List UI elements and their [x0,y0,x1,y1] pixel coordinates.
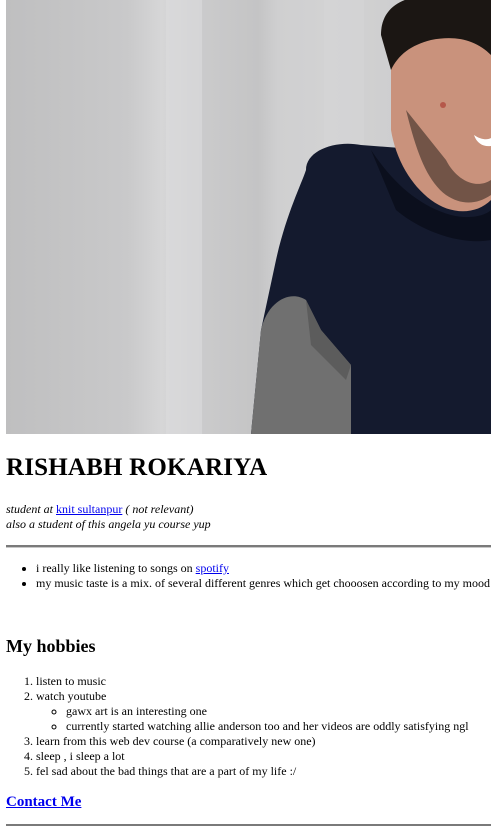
music-list: i really like listening to songs on spot… [6,561,491,591]
divider [6,545,491,548]
hobby-youtube-label: watch youtube [36,689,107,703]
tagline: student at knit sultanpur ( not relevant… [6,502,211,532]
list-item: learn from this web dev course (a compar… [36,734,491,749]
contact-link[interactable]: Contact Me [6,794,81,811]
list-item: fel sad about the bad things that are a … [36,764,491,779]
list-item: watch youtube gawx art is an interesting… [36,689,491,734]
tagline-line2: also a student of this angela yu course … [6,517,211,531]
profile-photo-illustration [166,0,491,434]
list-item: listen to music [36,674,491,689]
spotify-link[interactable]: spotify [196,561,229,575]
page-title: RISHABH ROKARIYA [6,454,268,481]
list-item: gawx art is an interesting one [66,704,491,719]
hobbies-heading: My hobbies [6,636,96,656]
tagline-prefix: student at [6,502,56,516]
list-item: i really like listening to songs on spot… [36,561,491,576]
page: RISHABH ROKARIYA student at knit sultanp… [0,0,491,827]
college-link[interactable]: knit sultanpur [56,502,122,516]
list-item: currently started watching allie anderso… [66,719,491,734]
list-item: my music taste is a mix. of several diff… [36,576,491,591]
tagline-suffix: ( not relevant) [122,502,194,516]
list-item: sleep , i sleep a lot [36,749,491,764]
youtube-sublist: gawx art is an interesting one currently… [36,704,491,734]
bottom-divider [6,824,491,826]
music-item-text: i really like listening to songs on [36,561,196,575]
hobbies-list: listen to music watch youtube gawx art i… [6,674,491,779]
profile-photo [6,0,491,434]
